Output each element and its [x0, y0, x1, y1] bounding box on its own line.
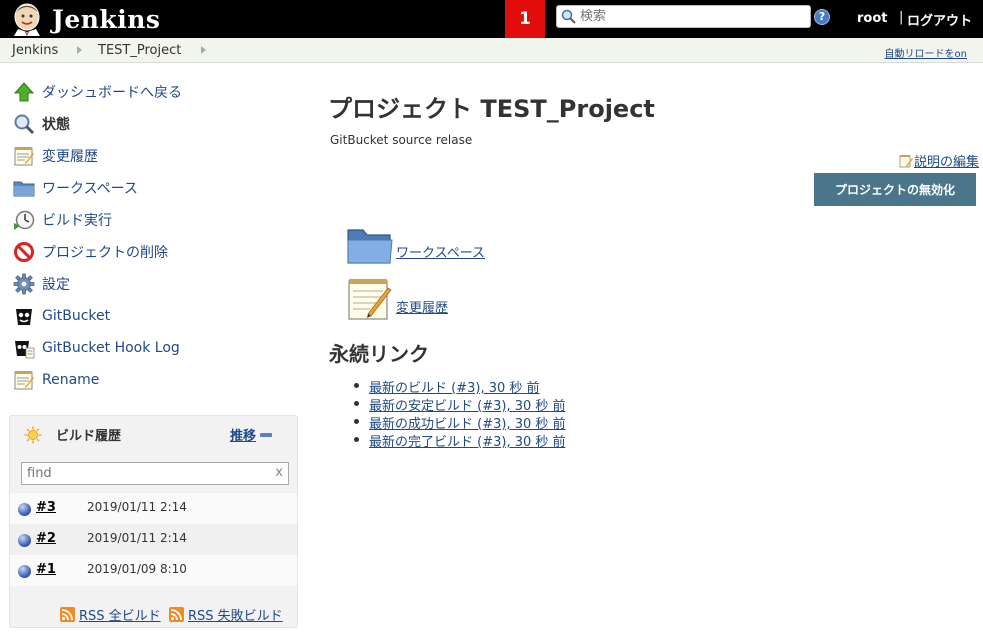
header-separator: | [899, 10, 904, 25]
disable-project-button[interactable]: プロジェクトの無効化 [814, 173, 976, 206]
task-label: Rename [42, 372, 100, 388]
blue-ball-status-icon [18, 565, 31, 578]
task-delete-project[interactable]: プロジェクトの削除 [12, 239, 168, 265]
breadcrumb-arrow-icon[interactable] [201, 46, 206, 54]
permalinks-title: 永続リンク [329, 342, 429, 366]
rss-failed-label: RSS 失敗ビルド [188, 609, 283, 624]
task-configure[interactable]: 設定 [12, 271, 70, 297]
build-history-footer: RSS 全ビルド RSS 失敗ビルド [10, 597, 297, 627]
edit-icon [899, 154, 913, 167]
blue-ball-status-icon [18, 503, 31, 516]
rss-failed-link[interactable]: RSS 失敗ビルド [169, 605, 283, 624]
clock-icon [12, 208, 36, 232]
task-label: ビルド実行 [42, 213, 112, 229]
gitbucket-icon [12, 304, 36, 328]
magnifier-icon [12, 112, 36, 136]
permalink-label: 最新の安定ビルド (#3), 30 秒 前 [369, 399, 566, 414]
task-label: GitBucket [42, 308, 111, 324]
edit-description-link[interactable]: 説明の編集 [899, 151, 979, 170]
task-gitbucket[interactable]: GitBucket [12, 303, 110, 329]
logout-link[interactable]: ログアウト [907, 10, 972, 29]
logo-text: Jenkins [52, 4, 161, 34]
jenkins-butler-icon [14, 3, 40, 36]
user-link[interactable]: root [857, 11, 888, 26]
build-number-link[interactable]: #2 [36, 531, 56, 546]
build-history-title: ビルド履歴 [56, 429, 122, 444]
task-label: 状態 [42, 117, 70, 133]
folder-icon [12, 176, 36, 200]
notepad-icon [12, 368, 36, 392]
rss-all-label: RSS 全ビルド [79, 609, 161, 624]
rss-icon [169, 607, 184, 622]
task-back-to-dashboard[interactable]: ダッシュボードへ戻る [12, 79, 182, 105]
permalink-last-build[interactable]: 最新のビルド (#3), 30 秒 前 [352, 377, 566, 396]
workspace-link[interactable]: ワークスペース [346, 225, 485, 267]
no-entry-icon [12, 240, 36, 264]
permalink-last-successful-build[interactable]: 最新の成功ビルド (#3), 30 秒 前 [352, 413, 566, 432]
help-icon[interactable]: ? [814, 9, 830, 25]
build-history-widget: ビルド履歴 推移 x #3 2019/01/11 2:14 #2 2019/01… [9, 415, 298, 628]
task-label: 設定 [42, 277, 70, 293]
page-header: Jenkins 1 ? root | ログアウト [0, 0, 983, 38]
trend-link[interactable]: 推移 [230, 425, 256, 444]
task-label: 変更履歴 [42, 149, 98, 165]
collapse-icon[interactable] [260, 433, 272, 437]
breadcrumb-jenkins[interactable]: Jenkins [12, 43, 58, 58]
task-build-now[interactable]: ビルド実行 [12, 207, 112, 233]
build-row: #2 2019/01/11 2:14 [10, 524, 297, 555]
changes-label: 変更履歴 [396, 301, 449, 316]
build-history-header: ビルド履歴 推移 [10, 416, 299, 452]
build-time[interactable]: 2019/01/11 2:14 [87, 500, 187, 514]
breadcrumb-arrow-icon[interactable] [77, 46, 82, 54]
task-label: ワークスペース [42, 181, 138, 197]
page-title: プロジェクト TEST_Project [328, 95, 655, 123]
permalink-last-completed-build[interactable]: 最新の完了ビルド (#3), 30 秒 前 [352, 431, 566, 450]
project-description: GitBucket source relase [330, 133, 473, 147]
build-filter[interactable]: x [21, 462, 289, 485]
jenkins-logo[interactable]: Jenkins [8, 2, 160, 36]
task-label: ダッシュボードへ戻る [42, 85, 182, 101]
folder-icon [347, 229, 393, 264]
permalinks-list: 最新のビルド (#3), 30 秒 前 最新の安定ビルド (#3), 30 秒 … [352, 377, 566, 450]
alert-count-badge[interactable]: 1 [505, 0, 545, 38]
task-rename[interactable]: Rename [12, 367, 99, 393]
permalink-label: 最新のビルド (#3), 30 秒 前 [369, 381, 540, 396]
blue-ball-status-icon [18, 534, 31, 547]
notepad-icon [348, 279, 392, 320]
search-input[interactable] [580, 9, 800, 24]
edit-description-label: 説明の編集 [913, 155, 979, 170]
up-arrow-icon [12, 80, 36, 104]
rss-icon [60, 607, 75, 622]
auto-refresh-link[interactable]: 自動リロードをon [885, 45, 967, 60]
task-gitbucket-hook-log[interactable]: GitBucket Hook Log [12, 335, 180, 361]
permalink-label: 最新の完了ビルド (#3), 30 秒 前 [369, 435, 566, 450]
build-row: #1 2019/01/09 8:10 [10, 555, 297, 586]
search-icon [561, 9, 576, 24]
clear-filter-button[interactable]: x [275, 465, 283, 480]
gitbucket-hook-icon [12, 336, 36, 360]
sun-icon [24, 426, 42, 444]
task-changes[interactable]: 変更履歴 [12, 143, 98, 169]
permalink-label: 最新の成功ビルド (#3), 30 秒 前 [369, 417, 566, 432]
breadcrumb: Jenkins TEST_Project 自動リロードをon [0, 38, 983, 63]
build-time[interactable]: 2019/01/11 2:14 [87, 531, 187, 545]
task-workspace[interactable]: ワークスペース [12, 175, 138, 201]
task-label: GitBucket Hook Log [42, 340, 180, 356]
build-filter-input[interactable] [22, 463, 262, 484]
build-row: #3 2019/01/11 2:14 [10, 493, 297, 524]
build-time[interactable]: 2019/01/09 8:10 [87, 562, 187, 576]
gear-icon [12, 272, 36, 296]
rss-all-link[interactable]: RSS 全ビルド [60, 605, 161, 624]
workspace-label: ワークスペース [396, 246, 486, 261]
search-box[interactable] [556, 5, 811, 28]
build-number-link[interactable]: #1 [36, 562, 56, 577]
changes-link[interactable]: 変更履歴 [346, 276, 448, 322]
task-label: プロジェクトの削除 [42, 245, 168, 261]
task-status[interactable]: 状態 [12, 111, 70, 137]
notepad-icon [12, 144, 36, 168]
permalink-last-stable-build[interactable]: 最新の安定ビルド (#3), 30 秒 前 [352, 395, 566, 414]
breadcrumb-project[interactable]: TEST_Project [98, 43, 181, 58]
build-number-link[interactable]: #3 [36, 500, 56, 515]
